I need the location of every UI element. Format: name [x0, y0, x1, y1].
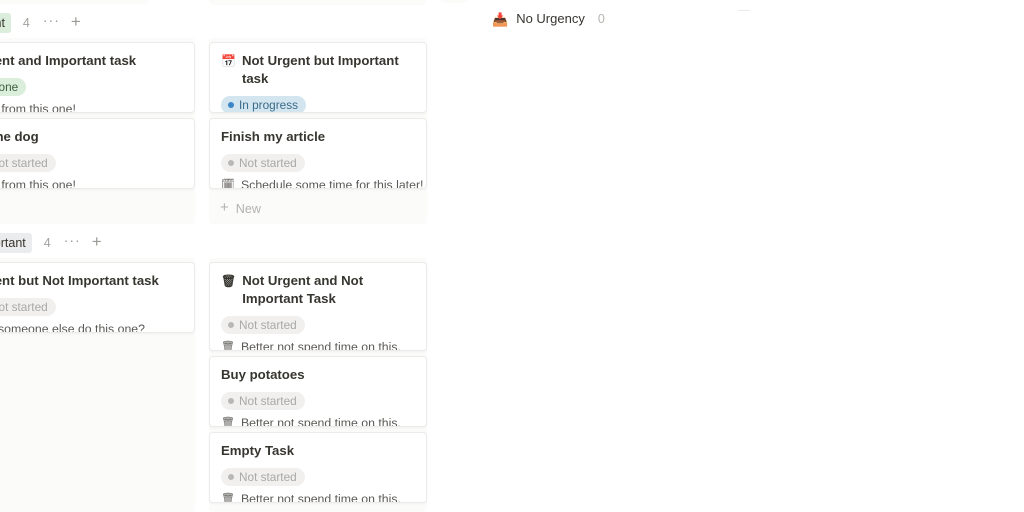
card-not-urgent-not-important-2[interactable]: Buy potatoes Not started 🗑 Better not sp… — [209, 356, 427, 427]
wastebasket-icon: 🗑 — [221, 341, 235, 351]
scroll-remnant-col-2 — [209, 0, 427, 5]
status-dot-icon — [228, 102, 234, 108]
group-more-options-icon[interactable]: ··· — [43, 13, 60, 27]
card-note-text: Start from this one! — [0, 178, 76, 189]
status-dot-icon — [228, 322, 234, 328]
wastebasket-icon: 🗑 — [221, 493, 235, 503]
status-badge[interactable]: Not started — [221, 392, 305, 410]
card-title: Finish my article — [221, 128, 415, 146]
new-card-button-not-urgent-important[interactable]: + New — [209, 198, 427, 220]
group-add-card-icon[interactable]: + — [92, 233, 102, 250]
card-title-text: Urgent and Important task — [0, 53, 137, 68]
card-note: 🗓 Schedule some time for this later! — [221, 177, 423, 189]
card-not-urgent-important-1[interactable]: 📅 Not Urgent but Important task In progr… — [209, 42, 427, 113]
card-not-urgent-not-important-1[interactable]: 🗑 Not Urgent and Not Important Task Not … — [209, 262, 427, 351]
card-title: Urgent but Not Important task — [0, 272, 183, 290]
card-note-text: Better not spend time on this. — [240, 492, 401, 503]
card-title: ed the dog — [0, 128, 183, 146]
status-dot-icon — [228, 160, 234, 166]
card-urgent-important-2[interactable]: ed the dog Not started Start from this o… — [0, 118, 195, 189]
card-note-text: Better not spend time on this. — [240, 416, 401, 427]
status-label: In progress — [239, 98, 299, 112]
card-title: 📅 Not Urgent but Important task — [221, 52, 415, 88]
status-badge[interactable]: Not started — [0, 154, 56, 172]
card-note: 🗑 Better not spend time on this. — [221, 491, 415, 503]
group-count-important: 4 — [22, 16, 30, 30]
card-title: Urgent and Important task — [0, 52, 183, 70]
status-label: Not started — [0, 300, 48, 314]
group-badge-not-important[interactable]: t Important — [0, 233, 32, 253]
new-card-label: New — [235, 202, 261, 216]
card-note-text: Schedule some time for this later! — [240, 178, 424, 189]
group-header-no-urgency[interactable]: 📥 No Urgency 0 — [492, 11, 605, 26]
status-badge[interactable]: Not started — [221, 468, 305, 486]
card-note: 🗑 Better not spend time on this. — [221, 415, 415, 427]
card-note: Can someone else do this one? — [0, 321, 183, 333]
group-header-not-important[interactable]: t Important 4 ··· + — [0, 233, 102, 253]
status-badge[interactable]: In progress — [221, 96, 307, 112]
card-title-text: Urgent but Not Important task — [0, 273, 159, 288]
status-badge[interactable]: Done — [0, 78, 27, 96]
group-count-not-important: 4 — [43, 236, 51, 250]
group-label-no-urgency: No Urgency — [516, 11, 585, 26]
card-not-urgent-not-important-3[interactable]: Empty Task Not started 🗑 Better not spen… — [209, 432, 427, 503]
card-title-text: Empty Task — [221, 443, 295, 458]
new-card-button-urgent-important[interactable]: New — [0, 198, 195, 220]
plus-icon: + — [220, 199, 229, 216]
card-title: Buy potatoes — [221, 366, 415, 384]
status-label: Not started — [0, 156, 48, 170]
group-badge-important[interactable]: portant — [0, 13, 11, 33]
card-urgent-important-1[interactable]: Urgent and Important task Done Start fro… — [0, 42, 195, 113]
status-badge[interactable]: Not started — [221, 154, 305, 172]
card-note-text: Better not spend time on this. — [240, 340, 401, 351]
status-badge[interactable]: Not started — [221, 316, 305, 334]
kanban-board: portant 4 ··· + Urgent and Important tas… — [0, 0, 1024, 512]
scroll-remnant-tick — [738, 10, 750, 11]
card-note-text: Start from this one! — [0, 102, 76, 113]
group-more-options-icon[interactable]: ··· — [64, 233, 81, 247]
group-count-no-urgency: 0 — [597, 11, 605, 26]
wastebasket-icon: 🗑 — [221, 417, 235, 427]
card-title-text: Not Urgent but Important task — [241, 53, 399, 86]
group-header-important[interactable]: portant 4 ··· + — [0, 13, 81, 33]
status-label: Not started — [239, 470, 297, 484]
card-title-text: Finish my article — [221, 129, 326, 144]
calendar-icon: 📅 — [221, 54, 236, 68]
status-label: Not started — [239, 156, 297, 170]
card-title-text: Buy potatoes — [221, 367, 305, 382]
status-dot-icon — [228, 474, 234, 480]
group-add-card-icon[interactable]: + — [71, 13, 81, 30]
card-title: Empty Task — [221, 442, 415, 460]
card-note: 🗑 Better not spend time on this. — [221, 339, 415, 351]
card-note-text: Can someone else do this one? — [0, 322, 145, 333]
card-title-text: ed the dog — [0, 129, 39, 144]
scroll-remnant-col-1 — [0, 0, 150, 4]
card-title: 🗑 Not Urgent and Not Important Task — [221, 272, 415, 308]
card-note: Start from this one! — [0, 101, 183, 113]
status-label: Not started — [239, 318, 297, 332]
scroll-remnant-col-3 — [440, 0, 468, 3]
card-not-urgent-important-2[interactable]: Finish my article Not started 🗓 Schedule… — [209, 118, 427, 189]
card-urgent-not-important-1[interactable]: Urgent but Not Important task Not starte… — [0, 262, 195, 333]
status-dot-icon — [228, 398, 234, 404]
calendar-icon: 🗓 — [221, 179, 235, 189]
card-title-text: Not Urgent and Not Important Task — [242, 273, 364, 306]
card-note: Start from this one! — [0, 177, 183, 189]
inbox-tray-icon: 📥 — [492, 11, 509, 27]
status-badge[interactable]: Not started — [0, 298, 56, 316]
status-label: Not started — [239, 394, 297, 408]
new-card-button-urgent-not-important[interactable]: New — [0, 342, 195, 364]
status-label: Done — [0, 80, 19, 94]
wastebasket-icon: 🗑 — [221, 274, 237, 288]
